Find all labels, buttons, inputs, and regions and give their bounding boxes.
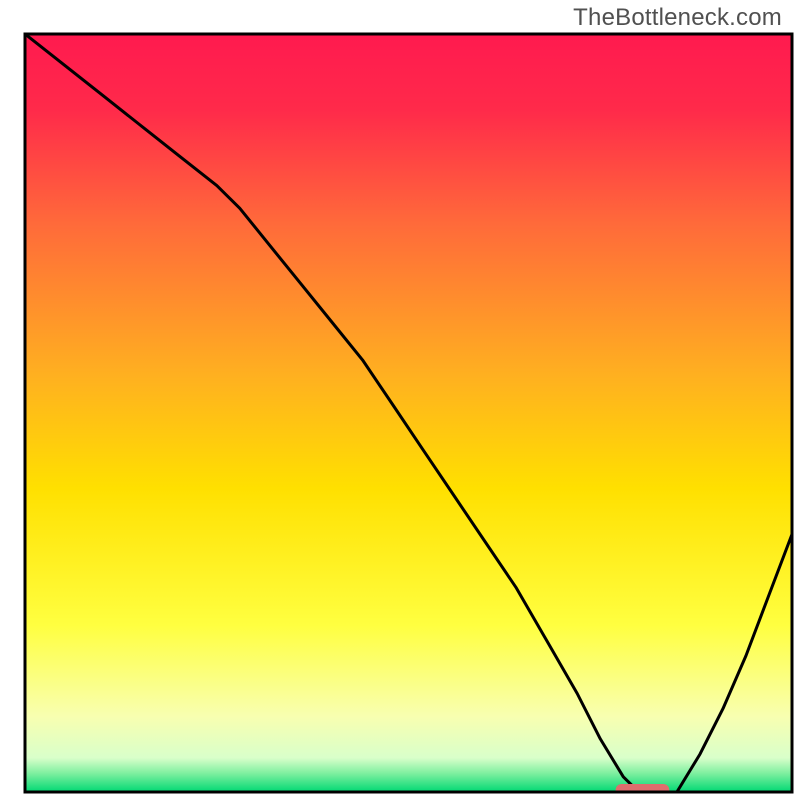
optimal-range-marker: [616, 784, 670, 796]
chart-container: { "watermark": "TheBottleneck.com", "cha…: [0, 0, 800, 800]
gradient-background: [25, 34, 792, 792]
bottleneck-chart: [0, 0, 800, 800]
watermark-text: TheBottleneck.com: [573, 4, 782, 32]
